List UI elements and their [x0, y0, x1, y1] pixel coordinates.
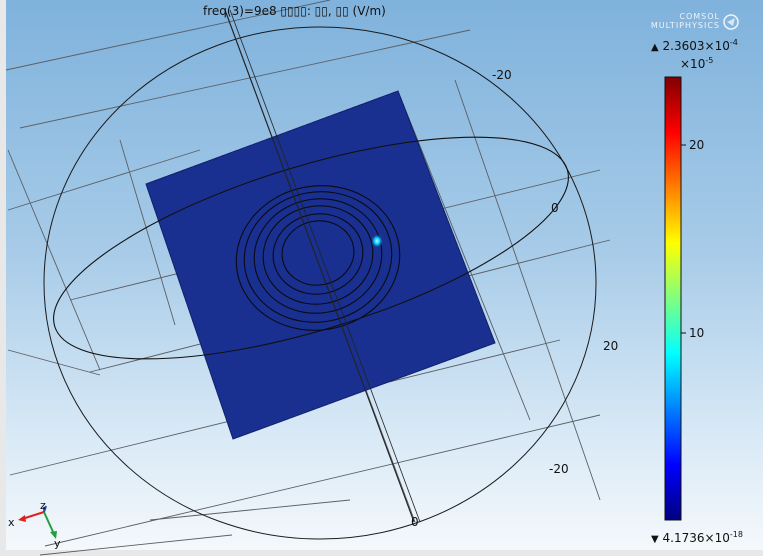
plot-title: freq(3)=9e8 ▯▯▯▯: ▯▯, ▯▯ (V/m)	[203, 4, 386, 18]
logo-emblem-icon	[723, 14, 739, 30]
colorbar-min-exp: -18	[729, 530, 743, 539]
colorbar-scale-value: ×10	[680, 57, 706, 71]
plot-canvas	[5, 0, 686, 556]
triad-y-label: y	[54, 537, 61, 550]
triad-z-label: z	[40, 499, 46, 512]
axis-label-minus20-bottom: -20	[549, 462, 569, 476]
colorbar-min-label: ▼ 4.1736×10-18	[651, 530, 743, 545]
axis-label-zero-bottom: 0	[411, 515, 419, 529]
axis-label-minus20-top: -20	[492, 68, 512, 82]
colorbar-tick-label-10: 10	[689, 326, 705, 340]
colorbar-max-value: 2.3603×10	[662, 39, 730, 53]
triad-x-label: x	[8, 516, 15, 529]
colorbar-min-value: 4.1736×10	[662, 531, 730, 545]
field-hotspot	[371, 234, 383, 248]
axis-label-zero-right: 0	[551, 201, 559, 215]
logo-line2: MULTIPHYSICS	[650, 21, 720, 30]
logo-line1: COMSOL	[679, 12, 720, 21]
min-arrow-icon: ▼	[651, 534, 659, 545]
coordinate-triad	[18, 505, 57, 539]
colorbar-max-exp: -4	[729, 38, 738, 47]
axis-label-20: 20	[603, 339, 619, 353]
graphics-viewport[interactable]: freq(3)=9e8 ▯▯▯▯: ▯▯, ▯▯ (V/m) COMSOL MU…	[0, 0, 763, 556]
colorbar-scale-exp: -5	[705, 56, 714, 65]
colorbar	[664, 76, 682, 521]
colorbar-tick-label-20: 20	[689, 138, 705, 152]
surface-plot-plane	[145, 90, 496, 440]
max-arrow-icon: ▲	[651, 42, 659, 53]
colorbar-max-label: ▲ 2.3603×10-4	[651, 38, 738, 53]
colorbar-scale-label: ×10-5	[680, 56, 714, 71]
comsol-logo: COMSOL MULTIPHYSICS	[630, 12, 742, 34]
